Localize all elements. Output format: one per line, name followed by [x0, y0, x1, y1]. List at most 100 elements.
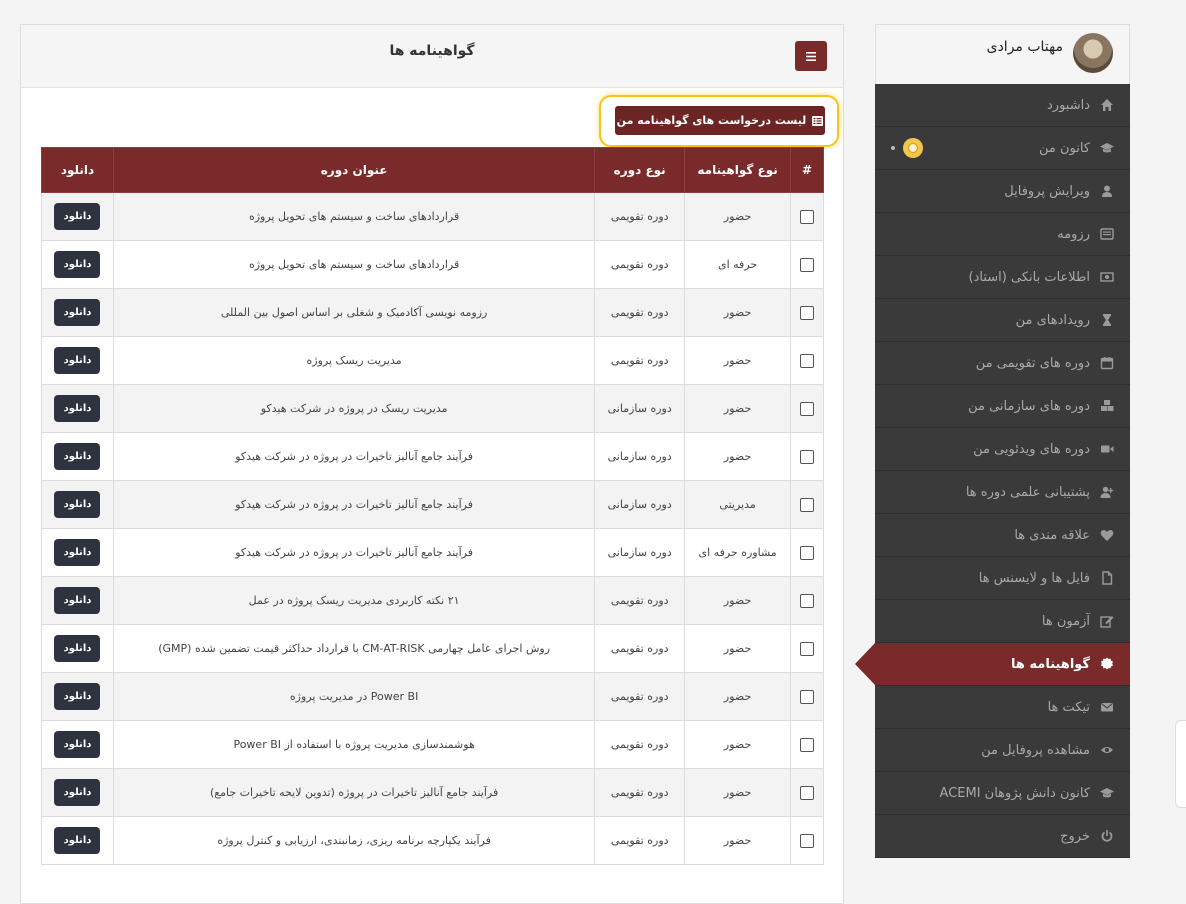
- row-checkbox[interactable]: [800, 449, 815, 464]
- user-plus-icon: [1098, 485, 1116, 499]
- sidebar-item-file[interactable]: فایل ها و لایسنس ها: [875, 557, 1130, 600]
- download-button[interactable]: دانلود: [54, 587, 101, 614]
- download-cell: دانلود: [41, 240, 114, 289]
- download-button[interactable]: دانلود: [54, 299, 101, 326]
- row-checkbox[interactable]: [800, 497, 815, 512]
- row-checkbox[interactable]: [800, 353, 815, 368]
- download-button[interactable]: دانلود: [54, 491, 101, 518]
- user-icon: [1098, 184, 1116, 198]
- download-button[interactable]: دانلود: [54, 203, 101, 230]
- row-checkbox[interactable]: [800, 833, 815, 848]
- certificate-requests-button[interactable]: لیست درخواست های گواهینامه من: [615, 106, 825, 135]
- download-button[interactable]: دانلود: [54, 635, 101, 662]
- certificate-requests-label: لیست درخواست های گواهینامه من: [616, 114, 807, 127]
- sidebar-item-list-alt[interactable]: رزومه: [875, 213, 1130, 256]
- course-title-cell: فرآیند جامع آنالیز تاخیرات در پروژه در ش…: [112, 528, 596, 577]
- table-row: حضور دوره سازمانی فرآیند جامع آنالیز تاخ…: [41, 432, 824, 481]
- cert-type-cell: حضور: [684, 576, 792, 625]
- medal-icon: [903, 138, 923, 158]
- row-checkbox[interactable]: [800, 305, 815, 320]
- sidebar-item-label: دوره های تقویمی من: [975, 355, 1090, 371]
- download-cell: دانلود: [41, 480, 114, 529]
- hamburger-icon: [806, 51, 816, 61]
- table-row: حضور دوره تقویمی Power BI در مدیریت پروژ…: [41, 672, 824, 721]
- sidebar-item-edit[interactable]: آزمون ها: [875, 600, 1130, 643]
- user-name: مهتاب مرادی: [986, 39, 1063, 55]
- table-row: حضور دوره تقویمی هوشمندسازی مدیریت پروژه…: [41, 720, 824, 769]
- row-checkbox[interactable]: [800, 785, 815, 800]
- sidebar-item-envelope[interactable]: تیکت ها: [875, 686, 1130, 729]
- sidebar-item-video[interactable]: دوره های ویدئویی من: [875, 428, 1130, 471]
- sidebar-item-money[interactable]: اطلاعات بانکی (استاد): [875, 256, 1130, 299]
- sidebar-item-user[interactable]: ویرایش پروفایل: [875, 170, 1130, 213]
- table-row: حرفه ای دوره تقویمی قراردادهای ساخت و سی…: [41, 240, 824, 289]
- sidebar-item-calendar[interactable]: دوره های تقویمی من: [875, 342, 1130, 385]
- sidebar-item-label: خروج: [1060, 828, 1090, 844]
- sidebar-item-graduation-cap[interactable]: کانون من: [875, 127, 1130, 170]
- table-row: حضور دوره تقویمی رزومه نویسی آکادمیک و ش…: [41, 288, 824, 337]
- sidebar: مهتاب مرادی داشبورد کانون من ویرایش پروف…: [855, 24, 1130, 858]
- download-button[interactable]: دانلود: [54, 779, 101, 806]
- sidebar-item-heart[interactable]: علاقه مندی ها: [875, 514, 1130, 557]
- side-drawer-tab[interactable]: [1175, 720, 1186, 808]
- row-checkbox[interactable]: [800, 689, 815, 704]
- sidebar-item-power[interactable]: خروج: [875, 815, 1130, 858]
- avatar[interactable]: [1073, 33, 1113, 73]
- course-type-cell: دوره سازمانی: [594, 432, 686, 481]
- sidebar-item-graduation-cap[interactable]: کانون دانش پژوهان ACEMI: [875, 772, 1130, 815]
- row-select-cell: [790, 336, 824, 385]
- column-header-index: #: [790, 147, 824, 193]
- sidebar-item-label: مشاهده پروفایل من: [981, 742, 1090, 758]
- row-checkbox[interactable]: [800, 737, 815, 752]
- sidebar-item-eye[interactable]: مشاهده پروفایل من: [875, 729, 1130, 772]
- course-type-cell: دوره تقویمی: [594, 576, 686, 625]
- table-row: حضور دوره تقویمی ۲۱ نکته کاربردی مدیریت …: [41, 576, 824, 625]
- download-button[interactable]: دانلود: [54, 251, 101, 278]
- row-checkbox[interactable]: [800, 257, 815, 272]
- list-alt-icon: [1098, 227, 1116, 241]
- download-button[interactable]: دانلود: [54, 539, 101, 566]
- download-button[interactable]: دانلود: [54, 443, 101, 470]
- cert-type-cell: حضور: [684, 432, 792, 481]
- sidebar-item-hourglass[interactable]: رویدادهای من: [875, 299, 1130, 342]
- sidebar-item-certificate[interactable]: گواهینامه ها: [855, 643, 1130, 686]
- envelope-icon: [1098, 700, 1116, 714]
- download-button[interactable]: دانلود: [54, 827, 101, 854]
- cert-type-cell: حضور: [684, 384, 792, 433]
- sidebar-item-user-plus[interactable]: پشتیبانی علمی دوره ها: [875, 471, 1130, 514]
- row-checkbox[interactable]: [800, 545, 815, 560]
- row-checkbox[interactable]: [800, 209, 815, 224]
- sidebar-item-cubes[interactable]: دوره های سازمانی من: [875, 385, 1130, 428]
- column-header-download: دانلود: [41, 147, 114, 193]
- home-icon: [1098, 98, 1116, 112]
- row-checkbox[interactable]: [800, 641, 815, 656]
- row-select-cell: [790, 672, 824, 721]
- sidebar-item-label: دوره های سازمانی من: [968, 398, 1090, 414]
- download-cell: دانلود: [41, 288, 114, 337]
- row-select-cell: [790, 768, 824, 817]
- row-checkbox[interactable]: [800, 593, 815, 608]
- file-icon: [1098, 571, 1116, 585]
- table-body: حضور دوره تقویمی قراردادهای ساخت و سیستم…: [41, 192, 824, 865]
- course-title-cell: مدیریت ریسک پروژه: [112, 336, 596, 385]
- sidebar-item-label: علاقه مندی ها: [1014, 527, 1090, 543]
- download-button[interactable]: دانلود: [54, 395, 101, 422]
- menu-toggle-button[interactable]: [795, 41, 827, 71]
- badge-dot: [891, 146, 895, 150]
- download-button[interactable]: دانلود: [54, 731, 101, 758]
- course-type-cell: دوره تقویمی: [594, 336, 686, 385]
- row-select-cell: [790, 720, 824, 769]
- course-type-cell: دوره تقویمی: [594, 720, 686, 769]
- download-button[interactable]: دانلود: [54, 347, 101, 374]
- cert-type-cell: مدیریتی: [684, 480, 792, 529]
- row-checkbox[interactable]: [800, 401, 815, 416]
- download-button[interactable]: دانلود: [54, 683, 101, 710]
- course-title-cell: هوشمندسازی مدیریت پروژه با استفاده از Po…: [112, 720, 596, 769]
- table-row: حضور دوره تقویمی قراردادهای ساخت و سیستم…: [41, 192, 824, 241]
- row-select-cell: [790, 576, 824, 625]
- page-title: گواهینامه ها: [389, 43, 475, 59]
- cert-type-cell: حضور: [684, 720, 792, 769]
- course-title-cell: Power BI در مدیریت پروژه: [112, 672, 596, 721]
- download-cell: دانلود: [41, 432, 114, 481]
- sidebar-item-home[interactable]: داشبورد: [875, 84, 1130, 127]
